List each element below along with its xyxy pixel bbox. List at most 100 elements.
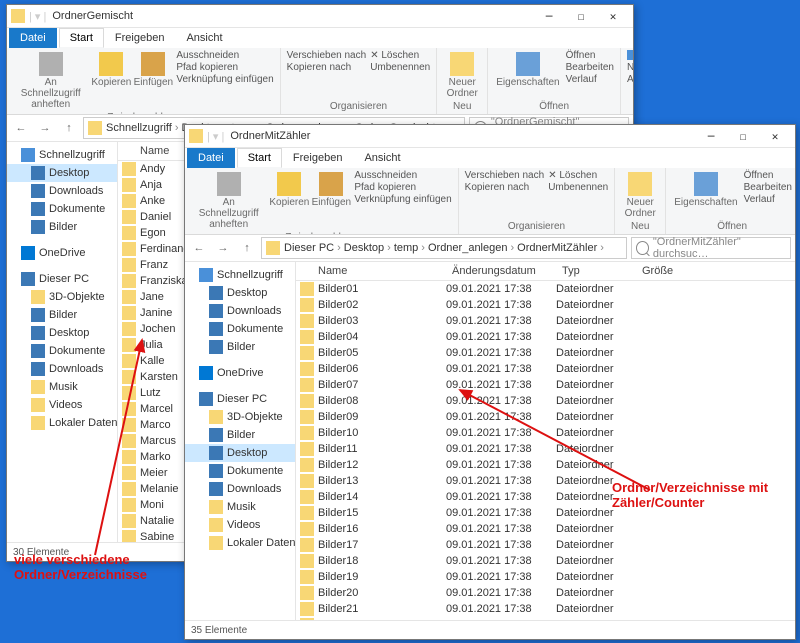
- tree-item[interactable]: Downloads: [185, 302, 295, 320]
- tree-item[interactable]: Desktop: [185, 284, 295, 302]
- up-button[interactable]: ↑: [59, 118, 79, 138]
- moveto-button[interactable]: Verschieben nach: [287, 50, 367, 61]
- list-item[interactable]: Bilder1709.01.2021 17:38Dateiordner: [296, 537, 795, 553]
- close-button[interactable]: ✕: [759, 125, 791, 147]
- tree-item[interactable]: Desktop: [185, 444, 295, 462]
- copyto-button[interactable]: Kopieren nach: [287, 62, 367, 73]
- tree-item[interactable]: Videos: [185, 516, 295, 534]
- forward-button[interactable]: →: [213, 238, 233, 258]
- properties-button[interactable]: Eigenschaften: [494, 50, 561, 90]
- tab-file[interactable]: Datei: [9, 28, 57, 48]
- minimize-button[interactable]: ─: [533, 5, 565, 27]
- tab-share[interactable]: Freigeben: [104, 28, 176, 48]
- list-item[interactable]: Bilder1809.01.2021 17:38Dateiordner: [296, 553, 795, 569]
- cut-button[interactable]: Ausschneiden: [176, 50, 273, 61]
- tab-view[interactable]: Ansicht: [353, 148, 411, 168]
- maximize-button[interactable]: ☐: [727, 125, 759, 147]
- nav-tree[interactable]: SchnellzugriffDesktopDownloadsDokumenteB…: [7, 142, 118, 542]
- copyto-button[interactable]: Kopieren nach: [465, 182, 545, 193]
- selectnone-button[interactable]: Nichts auswählen: [627, 62, 633, 73]
- tree-item[interactable]: Bilder: [7, 306, 117, 324]
- list-item[interactable]: Bilder1409.01.2021 17:38Dateiordner: [296, 489, 795, 505]
- copy-button[interactable]: Kopieren: [270, 170, 308, 210]
- list-item[interactable]: Bilder1609.01.2021 17:38Dateiordner: [296, 521, 795, 537]
- edit-button[interactable]: Bearbeiten: [566, 62, 614, 73]
- moveto-button[interactable]: Verschieben nach: [465, 170, 545, 181]
- open-button[interactable]: Öffnen: [744, 170, 792, 181]
- list-item[interactable]: Bilder1209.01.2021 17:38Dateiordner: [296, 457, 795, 473]
- tree-item[interactable]: Dokumente: [7, 200, 117, 218]
- pastelink-button[interactable]: Verknüpfung einfügen: [354, 194, 451, 205]
- copypath-button[interactable]: Pfad kopieren: [354, 182, 451, 193]
- history-button[interactable]: Verlauf: [566, 74, 614, 85]
- search-input[interactable]: "OrdnerMitZähler" durchsuc…: [631, 237, 791, 259]
- tab-share[interactable]: Freigeben: [282, 148, 354, 168]
- list-item[interactable]: Bilder1109.01.2021 17:38Dateiordner: [296, 441, 795, 457]
- pin-button[interactable]: An Schnellzugriff anheften: [13, 50, 88, 112]
- tree-item[interactable]: Dokumente: [185, 320, 295, 338]
- list-item[interactable]: Bilder0709.01.2021 17:38Dateiordner: [296, 377, 795, 393]
- selectall-button[interactable]: Alles auswählen: [627, 50, 633, 61]
- tree-item[interactable]: Desktop: [7, 324, 117, 342]
- tree-item[interactable]: Bilder: [7, 218, 117, 236]
- crumb-segment[interactable]: Schnellzugriff›: [106, 122, 182, 134]
- list-item[interactable]: Bilder2109.01.2021 17:38Dateiordner: [296, 601, 795, 617]
- selectinvert-button[interactable]: Auswahl umkehren: [627, 74, 633, 85]
- tree-item[interactable]: Schnellzugriff: [185, 266, 295, 284]
- properties-button[interactable]: Eigenschaften: [672, 170, 739, 210]
- list-item[interactable]: Bilder0509.01.2021 17:38Dateiordner: [296, 345, 795, 361]
- crumb-segment[interactable]: Desktop›: [344, 242, 394, 254]
- tab-home[interactable]: Start: [237, 148, 282, 168]
- list-item[interactable]: Bilder1909.01.2021 17:38Dateiordner: [296, 569, 795, 585]
- tree-item[interactable]: Bilder: [185, 338, 295, 356]
- tree-item[interactable]: Dokumente: [185, 462, 295, 480]
- col-type-header[interactable]: Typ: [556, 265, 636, 277]
- newfolder-button[interactable]: Neuer Ordner: [443, 50, 481, 101]
- rename-button[interactable]: Umbenennen: [548, 182, 608, 193]
- edit-button[interactable]: Bearbeiten: [744, 182, 792, 193]
- tree-item[interactable]: Dokumente: [7, 342, 117, 360]
- list-item[interactable]: Bilder0209.01.2021 17:38Dateiordner: [296, 297, 795, 313]
- forward-button[interactable]: →: [35, 118, 55, 138]
- nav-tree[interactable]: SchnellzugriffDesktopDownloadsDokumenteB…: [185, 262, 296, 620]
- list-item[interactable]: Bilder0609.01.2021 17:38Dateiordner: [296, 361, 795, 377]
- list-item[interactable]: Bilder1309.01.2021 17:38Dateiordner: [296, 473, 795, 489]
- tree-item[interactable]: Downloads: [7, 182, 117, 200]
- tab-file[interactable]: Datei: [187, 148, 235, 168]
- tree-item[interactable]: Musik: [185, 498, 295, 516]
- tree-item[interactable]: Dieser PC: [185, 390, 295, 408]
- crumb-segment[interactable]: OrdnerMitZähler›: [517, 242, 607, 254]
- pastelink-button[interactable]: Verknüpfung einfügen: [176, 74, 273, 85]
- list-item[interactable]: Bilder2209.01.2021 17:38Dateiordner: [296, 617, 795, 620]
- col-date-header[interactable]: Änderungsdatum: [446, 265, 556, 277]
- copy-button[interactable]: Kopieren: [92, 50, 130, 90]
- tree-item[interactable]: 3D-Objekte: [185, 408, 295, 426]
- tree-item[interactable]: Bilder: [185, 426, 295, 444]
- delete-button[interactable]: ✕ Löschen: [548, 170, 608, 181]
- paste-button[interactable]: Einfügen: [312, 170, 350, 210]
- list-item[interactable]: Bilder0909.01.2021 17:38Dateiordner: [296, 409, 795, 425]
- paste-button[interactable]: Einfügen: [134, 50, 172, 90]
- maximize-button[interactable]: ☐: [565, 5, 597, 27]
- crumb-segment[interactable]: temp›: [394, 242, 428, 254]
- list-item[interactable]: Bilder2009.01.2021 17:38Dateiordner: [296, 585, 795, 601]
- tree-item[interactable]: Downloads: [7, 360, 117, 378]
- list-item[interactable]: Bilder0109.01.2021 17:38Dateiordner: [296, 281, 795, 297]
- open-button[interactable]: Öffnen: [566, 50, 614, 61]
- breadcrumb[interactable]: Dieser PC›Desktop›temp›Ordner_anlegen›Or…: [261, 237, 627, 259]
- copypath-button[interactable]: Pfad kopieren: [176, 62, 273, 73]
- list-item[interactable]: Bilder1009.01.2021 17:38Dateiordner: [296, 425, 795, 441]
- crumb-segment[interactable]: Ordner_anlegen›: [428, 242, 517, 254]
- tab-view[interactable]: Ansicht: [175, 28, 233, 48]
- list-item[interactable]: Bilder0309.01.2021 17:38Dateiordner: [296, 313, 795, 329]
- tree-item[interactable]: 3D-Objekte: [7, 288, 117, 306]
- minimize-button[interactable]: ─: [695, 125, 727, 147]
- tree-item[interactable]: OneDrive: [185, 364, 295, 382]
- back-button[interactable]: ←: [11, 118, 31, 138]
- tree-item[interactable]: Dieser PC: [7, 270, 117, 288]
- delete-button[interactable]: ✕ Löschen: [370, 50, 430, 61]
- back-button[interactable]: ←: [189, 238, 209, 258]
- tree-item[interactable]: Lokaler Datenträ: [7, 414, 117, 432]
- tree-item[interactable]: Lokaler Datenträ: [185, 534, 295, 552]
- tree-item[interactable]: Schnellzugriff: [7, 146, 117, 164]
